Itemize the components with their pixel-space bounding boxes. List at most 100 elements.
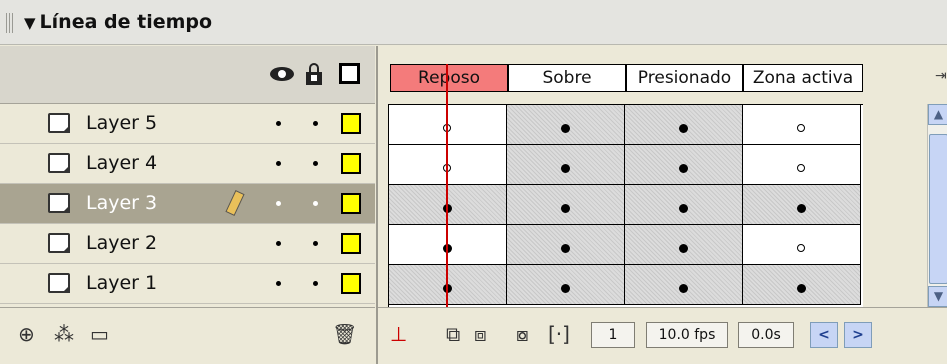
layer-header [0, 46, 375, 104]
keyframe-icon [679, 284, 688, 293]
frame-cell[interactable] [389, 225, 507, 265]
frame-cell[interactable] [507, 185, 625, 225]
visibility-dot[interactable] [276, 161, 281, 166]
layer-row[interactable]: Layer 4 [0, 144, 375, 184]
edit-multiple-frames-icon[interactable]: ⧇ [516, 322, 529, 346]
empty-keyframe-icon [797, 164, 805, 172]
layer-name: Layer 2 [86, 232, 158, 254]
layer-color-swatch[interactable] [341, 153, 361, 174]
keyframe-icon [679, 164, 688, 173]
layer-color-swatch[interactable] [341, 233, 361, 254]
layer-row-selected[interactable]: Layer 3 [0, 184, 375, 224]
scroll-thumb[interactable] [929, 134, 947, 284]
frame-header-hit[interactable]: Zona activa [743, 64, 863, 92]
lock-dot[interactable] [313, 281, 318, 286]
frame-cell[interactable] [389, 105, 507, 145]
onion-skin-icon[interactable]: ⧉ [446, 322, 460, 346]
visibility-dot[interactable] [276, 241, 281, 246]
visibility-dot[interactable] [276, 201, 281, 206]
lock-dot[interactable] [313, 201, 318, 206]
frame-rate-field[interactable]: 10.0 fps [646, 322, 728, 348]
frame-cell[interactable] [743, 145, 861, 185]
frame-header-over[interactable]: Sobre [508, 64, 626, 92]
add-motion-guide-icon[interactable]: ⁂ [54, 322, 74, 346]
scroll-right-icon[interactable]: > [844, 322, 872, 348]
frame-header-down[interactable]: Presionado [626, 64, 743, 92]
frame-pane: Reposo Sobre Presionado Zona activa ⇥ ▲ … [376, 46, 947, 364]
frame-grid[interactable] [388, 104, 863, 307]
frame-cell[interactable] [625, 105, 743, 145]
timeline-options-icon[interactable]: ⇥ [935, 68, 947, 84]
layer-color-swatch[interactable] [341, 113, 361, 134]
vertical-scrollbar[interactable]: ▲ ▼ [927, 104, 947, 307]
pencil-edit-icon [225, 190, 245, 216]
center-frame-icon[interactable]: ⊥ [390, 322, 407, 346]
frame-cell[interactable] [625, 185, 743, 225]
layer-name: Layer 1 [86, 272, 158, 294]
keyframe-icon [561, 204, 570, 213]
frame-header-row: Reposo Sobre Presionado Zona activa ⇥ [378, 46, 947, 104]
layer-row[interactable]: Layer 1 [0, 264, 375, 304]
scroll-down-icon[interactable]: ▼ [928, 286, 947, 307]
layer-row[interactable]: Layer 5 [0, 104, 375, 144]
frame-cell[interactable] [743, 185, 861, 225]
frame-cell[interactable] [507, 105, 625, 145]
scroll-left-icon[interactable]: < [810, 322, 838, 348]
outline-icon[interactable] [339, 63, 360, 84]
keyframe-icon [679, 204, 688, 213]
collapse-triangle-icon[interactable]: ▼ [24, 14, 36, 32]
frame-cell[interactable] [625, 145, 743, 185]
layer-icon [48, 153, 70, 173]
elapsed-time-field[interactable]: 0.0s [738, 322, 794, 348]
eye-icon[interactable] [270, 67, 294, 81]
timeline-footer: ⊥ ⧉ ⧈ ⧇ [·] 1 10.0 fps 0.0s < > [378, 307, 947, 364]
frame-cell[interactable] [625, 225, 743, 265]
keyframe-icon [561, 124, 570, 133]
frame-header-up[interactable]: Reposo [390, 64, 508, 92]
frame-cell[interactable] [743, 225, 861, 265]
layer-row[interactable]: Layer 2 [0, 224, 375, 264]
timeline-titlebar: ▼ Línea de tiempo [0, 0, 947, 45]
lock-icon[interactable] [306, 63, 322, 85]
visibility-dot[interactable] [276, 281, 281, 286]
keyframe-icon [561, 284, 570, 293]
layer-icon [48, 193, 70, 213]
frame-cell[interactable] [507, 145, 625, 185]
insert-folder-icon[interactable]: ▭ [90, 322, 109, 346]
keyframe-icon [561, 164, 570, 173]
frame-cell[interactable] [507, 225, 625, 265]
keyframe-icon [797, 284, 806, 293]
layer-pane: Layer 5 Layer 4 Layer 3 Layer 2 Layer 1 … [0, 46, 375, 364]
layer-name: Layer 5 [86, 112, 158, 134]
keyframe-icon [679, 244, 688, 253]
empty-keyframe-icon [797, 124, 805, 132]
trash-icon[interactable]: 🗑 [332, 322, 357, 346]
layer-color-swatch[interactable] [341, 193, 361, 214]
frame-cell[interactable] [625, 265, 743, 305]
lock-dot[interactable] [313, 161, 318, 166]
current-frame-field[interactable]: 1 [591, 322, 635, 348]
playhead-line[interactable] [446, 76, 448, 313]
frame-cell[interactable] [389, 265, 507, 305]
panel-title[interactable]: ▼ Línea de tiempo [24, 11, 212, 33]
scroll-up-icon[interactable]: ▲ [928, 104, 947, 125]
frame-cell[interactable] [507, 265, 625, 305]
layer-icon [48, 273, 70, 293]
layer-icon [48, 233, 70, 253]
frame-cell[interactable] [389, 145, 507, 185]
modify-onion-markers-icon[interactable]: [·] [548, 322, 570, 346]
keyframe-icon [797, 204, 806, 213]
frame-cell[interactable] [743, 105, 861, 145]
layer-icon [48, 113, 70, 133]
keyframe-icon [561, 244, 570, 253]
panel-grip-handle[interactable] [6, 13, 14, 33]
layer-color-swatch[interactable] [341, 273, 361, 294]
insert-layer-icon[interactable]: ⊕ [18, 322, 35, 346]
layer-name: Layer 3 [86, 192, 158, 214]
onion-skin-outline-icon[interactable]: ⧈ [474, 322, 487, 346]
lock-dot[interactable] [313, 241, 318, 246]
frame-cell[interactable] [389, 185, 507, 225]
frame-cell[interactable] [743, 265, 861, 305]
visibility-dot[interactable] [276, 121, 281, 126]
lock-dot[interactable] [313, 121, 318, 126]
